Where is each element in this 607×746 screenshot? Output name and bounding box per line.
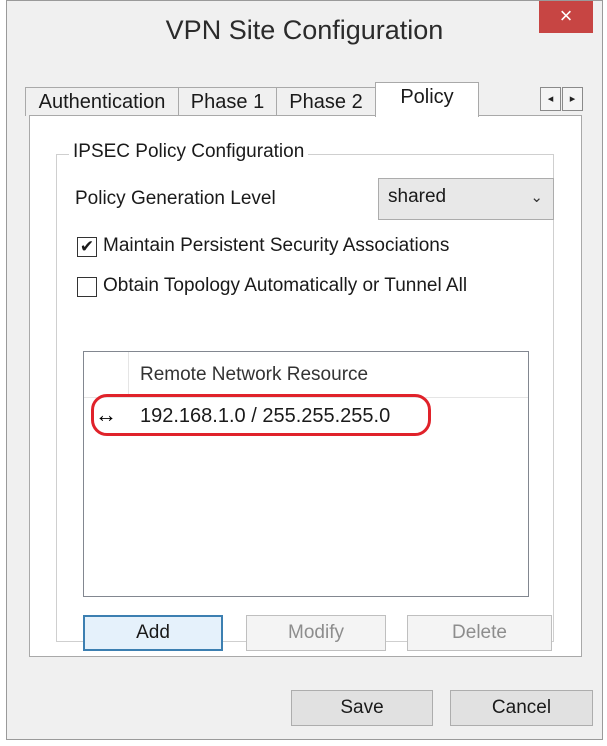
tab-label: Phase 1: [190, 91, 265, 113]
close-icon: ×: [559, 3, 573, 28]
tab-policy[interactable]: Policy: [375, 82, 479, 117]
tab-phase-2[interactable]: Phase 2: [276, 87, 376, 116]
tab-phase-1[interactable]: Phase 1: [178, 87, 277, 116]
tab-scroll-left-button[interactable]: ◂: [540, 87, 561, 111]
add-button[interactable]: Add: [83, 615, 223, 651]
policy-generation-level-select[interactable]: shared ⌄: [378, 178, 554, 220]
list-item[interactable]: ↔ 192.168.1.0 / 255.255.255.0: [91, 394, 512, 436]
modify-button[interactable]: Modify: [246, 615, 386, 651]
tab-label: Authentication: [38, 91, 166, 113]
checkmark-icon: ✔: [79, 237, 95, 256]
save-button[interactable]: Save: [291, 690, 433, 726]
chevron-right-icon: ▸: [569, 93, 576, 105]
delete-button[interactable]: Delete: [407, 615, 552, 651]
obtain-topology-checkbox[interactable]: [77, 277, 97, 297]
remote-network-resource-list[interactable]: Remote Network Resource ↔ 192.168.1.0 / …: [83, 351, 529, 597]
ipsec-policy-groupbox: IPSEC Policy Configuration Policy Genera…: [56, 141, 554, 651]
select-value: shared: [388, 186, 447, 207]
list-header-icon-column: [84, 352, 129, 397]
groupbox-title: IPSEC Policy Configuration: [69, 141, 309, 163]
cancel-button[interactable]: Cancel: [450, 690, 593, 726]
chevron-left-icon: ◂: [547, 93, 554, 105]
window-title: VPN Site Configuration: [165, 15, 444, 45]
persistent-sa-checkbox[interactable]: ✔: [77, 237, 97, 257]
close-button[interactable]: ×: [539, 1, 593, 33]
title-bar: VPN Site Configuration ×: [7, 1, 602, 67]
chevron-down-icon: ⌄: [530, 189, 543, 206]
tab-label: Phase 2: [289, 91, 363, 113]
tab-scroll-right-button[interactable]: ▸: [562, 87, 583, 111]
tab-label: Policy: [400, 86, 454, 108]
tab-authentication[interactable]: Authentication: [25, 87, 179, 116]
policy-tab-panel: IPSEC Policy Configuration Policy Genera…: [29, 115, 582, 657]
vpn-site-config-dialog: VPN Site Configuration × Authentication …: [6, 0, 603, 740]
red-highlight-annotation: [91, 394, 431, 436]
policy-generation-level-label: Policy Generation Level: [75, 188, 276, 209]
tab-strip: Authentication Phase 1 Phase 2 Policy: [7, 82, 602, 117]
column-header-remote-network-resource[interactable]: Remote Network Resource: [140, 364, 368, 386]
obtain-topology-label: Obtain Topology Automatically or Tunnel …: [103, 275, 468, 296]
persistent-sa-label: Maintain Persistent Security Association…: [103, 235, 450, 256]
list-header: Remote Network Resource: [84, 352, 528, 398]
